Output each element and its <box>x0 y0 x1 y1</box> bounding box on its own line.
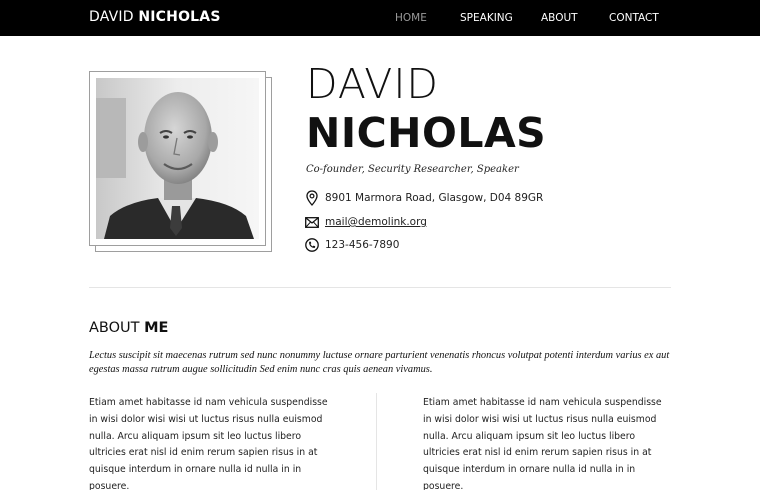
contact-phone: 123-456-7890 <box>325 239 400 251</box>
site-logo[interactable]: DAVID NICHOLAS <box>89 9 221 25</box>
profile-first-name: DAVID <box>306 60 439 108</box>
contact-address: 8901 Marmora Road, Glasgow, D04 89GR <box>325 192 544 204</box>
nav-link-home[interactable]: HOME <box>395 12 427 24</box>
contact-email-row: mail@demolink.org <box>305 214 427 230</box>
phone-icon <box>305 237 319 253</box>
map-pin-icon <box>305 190 319 206</box>
contact-address-row: 8901 Marmora Road, Glasgow, D04 89GR <box>305 190 543 206</box>
about-column-right: Etiam amet habitasse id nam vehicula sus… <box>423 397 662 490</box>
contact-phone-row: 123-456-7890 <box>305 237 399 253</box>
about-title-bold: ME <box>144 320 169 336</box>
top-navigation-bar: DAVID NICHOLAS HOME SPEAKING ABOUT CONTA… <box>0 0 760 36</box>
about-section-title: ABOUT ME <box>89 320 168 336</box>
profile-tagline: Co-founder, Security Researcher, Speaker <box>306 164 519 175</box>
profile-photo <box>89 71 266 246</box>
brand-first-name: DAVID <box>89 9 134 25</box>
nav-link-speaking[interactable]: SPEAKING <box>460 12 513 24</box>
brand-last-name: NICHOLAS <box>138 9 221 25</box>
about-intro-text: Lectus suscipit sit maecenas rutrum sed … <box>89 350 670 375</box>
envelope-icon <box>305 214 319 230</box>
profile-last-name: NICHOLAS <box>306 109 547 157</box>
contact-email-link[interactable]: mail@demolink.org <box>325 216 427 228</box>
column-divider <box>376 393 377 490</box>
profile-photo-frame <box>89 71 272 252</box>
section-divider <box>89 287 671 288</box>
about-column-left: Etiam amet habitasse id nam vehicula sus… <box>89 397 328 490</box>
nav-link-about[interactable]: ABOUT <box>541 12 578 24</box>
about-title-normal: ABOUT <box>89 320 140 336</box>
nav-link-contact[interactable]: CONTACT <box>609 12 659 24</box>
